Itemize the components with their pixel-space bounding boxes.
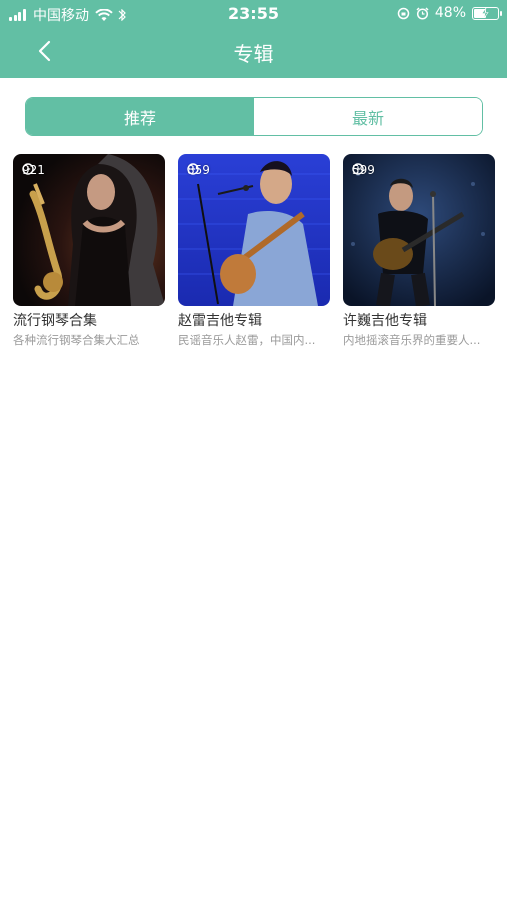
header-bar: 中国移动 23:55 48% 专辑	[0, 0, 507, 78]
tab-latest[interactable]: 最新	[254, 98, 482, 135]
album-cover-image[interactable]: 599	[343, 154, 495, 306]
play-count: 859	[187, 163, 210, 177]
album-description: 内地摇滚音乐界的重要人...	[343, 333, 481, 347]
album-cover-image[interactable]: 859	[178, 154, 330, 306]
album-cover-image[interactable]: 921	[13, 154, 165, 306]
battery-icon	[472, 6, 502, 20]
album-card[interactable]: 599 许巍吉他专辑 内地摇滚音乐界的重要人...	[343, 154, 495, 348]
album-title[interactable]: 流行钢琴合集	[13, 310, 165, 330]
battery-percent: 48%	[434, 5, 466, 21]
album-title[interactable]: 赵雷吉他专辑	[178, 310, 330, 330]
album-title[interactable]: 许巍吉他专辑	[343, 310, 495, 330]
album-grid: 921 流行钢琴合集 各种流行钢琴合集大汇总 859 赵雷吉他专辑 民谣音乐人赵…	[13, 154, 497, 348]
orientation-lock-icon	[397, 7, 410, 19]
alarm-icon	[416, 6, 429, 20]
clock-icon	[187, 163, 199, 175]
play-count: 921	[22, 163, 45, 177]
tab-recommended[interactable]: 推荐	[26, 98, 254, 135]
page-title: 专辑	[233, 42, 274, 66]
album-card[interactable]: 859 赵雷吉他专辑 民谣音乐人赵雷，中国内...	[178, 154, 330, 348]
tab-switcher: 推荐 最新	[25, 97, 483, 136]
clock-icon	[22, 163, 34, 175]
album-card[interactable]: 921 流行钢琴合集 各种流行钢琴合集大汇总	[13, 154, 165, 348]
album-description: 各种流行钢琴合集大汇总	[13, 333, 140, 347]
play-count: 599	[352, 163, 375, 177]
clock-icon	[352, 163, 364, 175]
album-description: 民谣音乐人赵雷，中国内...	[178, 333, 316, 347]
status-bar: 中国移动 23:55 48%	[0, 0, 507, 28]
